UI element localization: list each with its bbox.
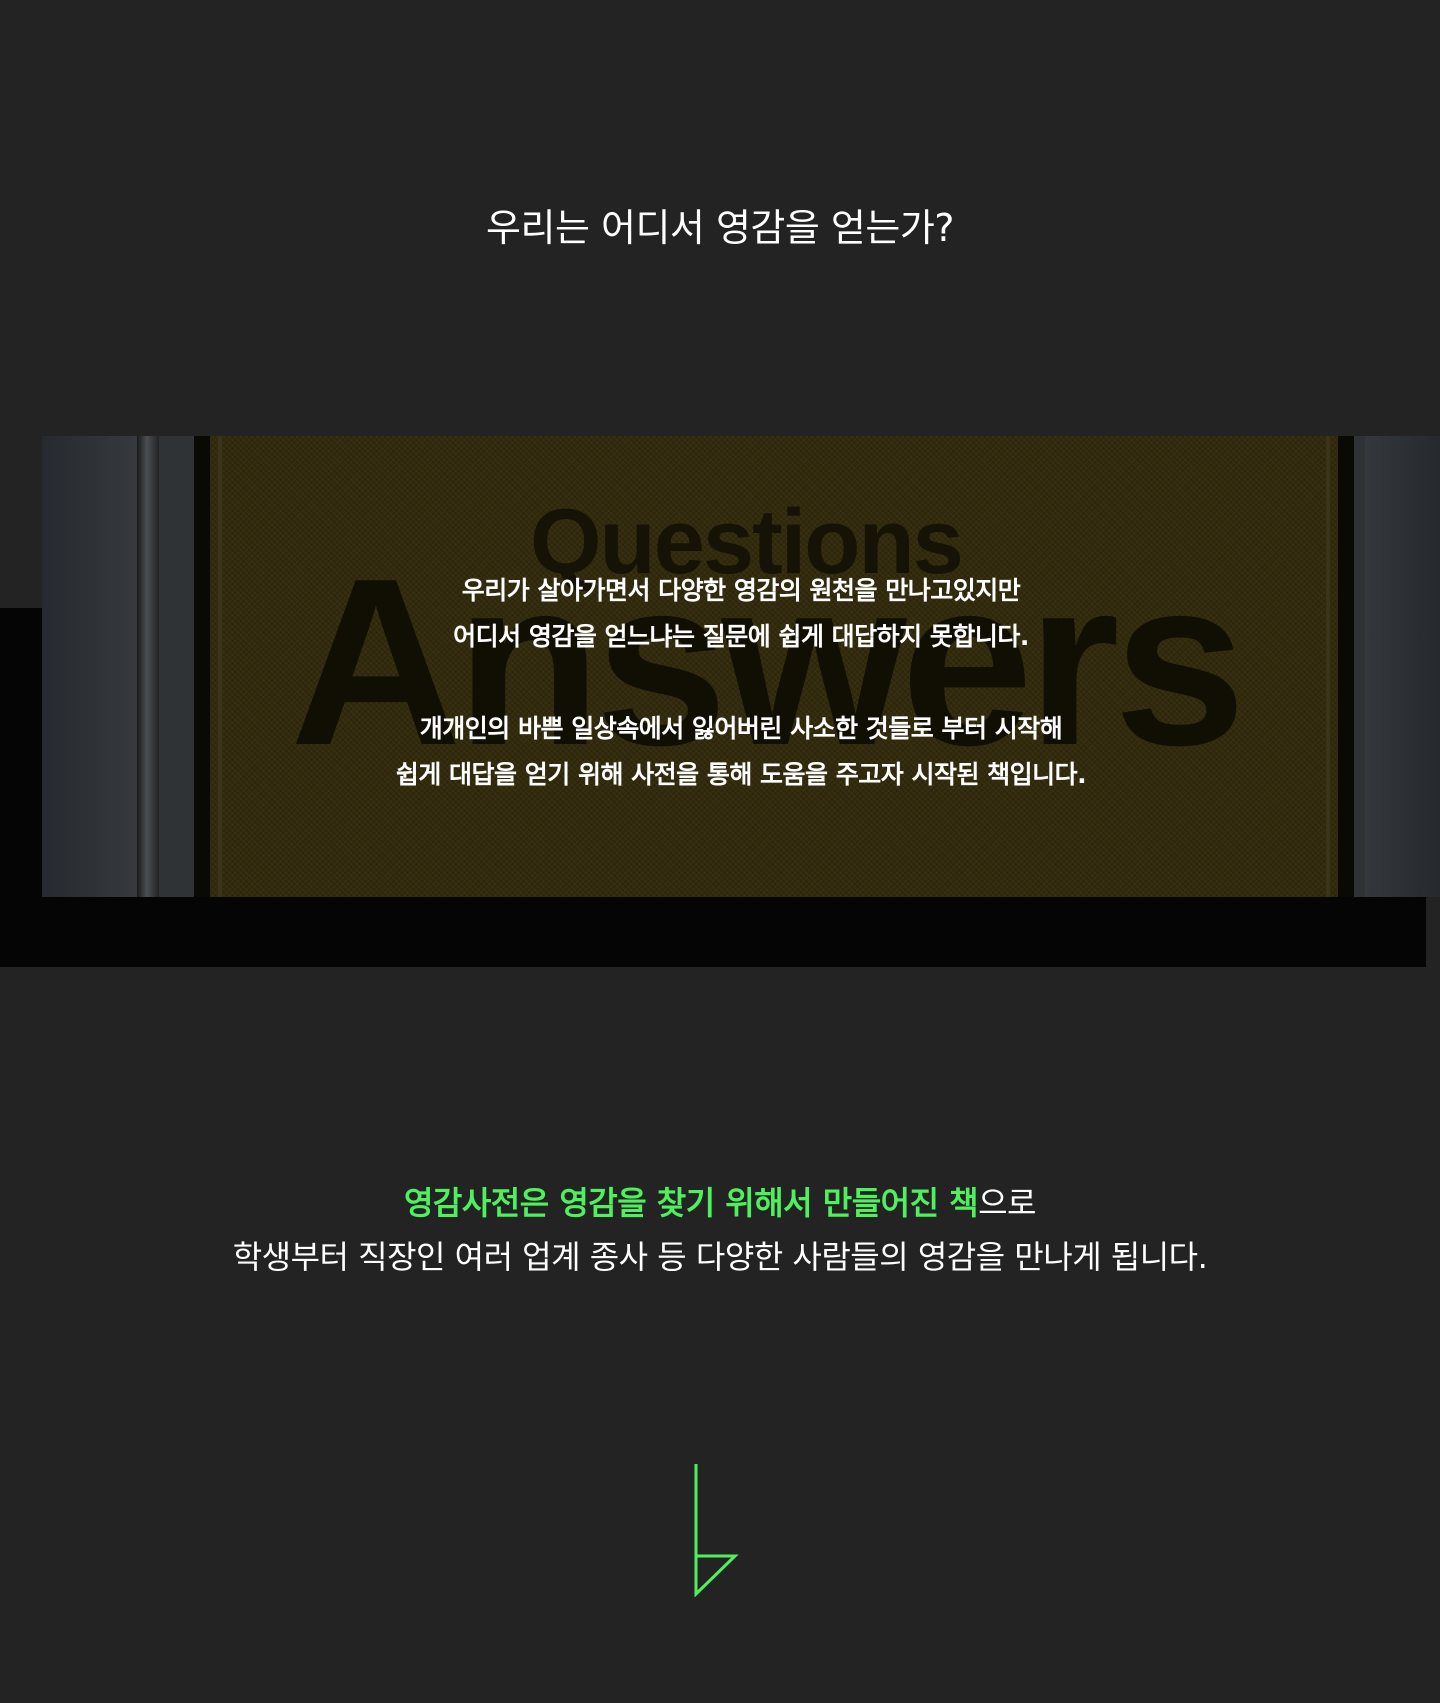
hero-paragraph2-line1: 개개인의 바쁜 일상속에서 잃어버린 사소한 것들로 부터 시작해 — [419, 714, 1063, 743]
summary-text: 영감사전은 영감을 찾기 위해서 만들어진 책으로 학생부터 직장인 여러 업계… — [0, 1176, 1440, 1284]
brand-mark-icon — [694, 1464, 739, 1597]
summary-line1: 영감사전은 영감을 찾기 위해서 만들어진 책으로 — [0, 1176, 1440, 1230]
hero-paragraph1-line1: 우리가 살아가면서 다양한 영감의 원천을 만나고있지만 — [461, 576, 1021, 605]
summary-line2: 학생부터 직장인 여러 업계 종사 등 다양한 사람들의 영감을 만나게 됩니다… — [232, 1238, 1208, 1276]
hero-image: Questions Answers 우리가 살아가면서 다양한 영감의 원천을 … — [42, 436, 1440, 897]
summary-line1-suffix: 으로 — [978, 1184, 1036, 1222]
hero-paragraph2-line2: 쉽게 대답을 얻기 위해 사전을 통해 도움을 주고자 시작된 책입니다. — [395, 760, 1087, 789]
page-title: 우리는 어디서 영감을 얻는가? — [486, 206, 954, 250]
hero-paragraph1-line2: 어디서 영감을 얻느냐는 질문에 쉽게 대답하지 못합니다. — [453, 622, 1029, 651]
hero-description: 우리가 살아가면서 다양한 영감의 원천을 만나고있지만 어디서 영감을 얻느냐… — [42, 568, 1440, 798]
summary-highlight: 영감사전은 영감을 찾기 위해서 만들어진 책 — [403, 1184, 979, 1222]
